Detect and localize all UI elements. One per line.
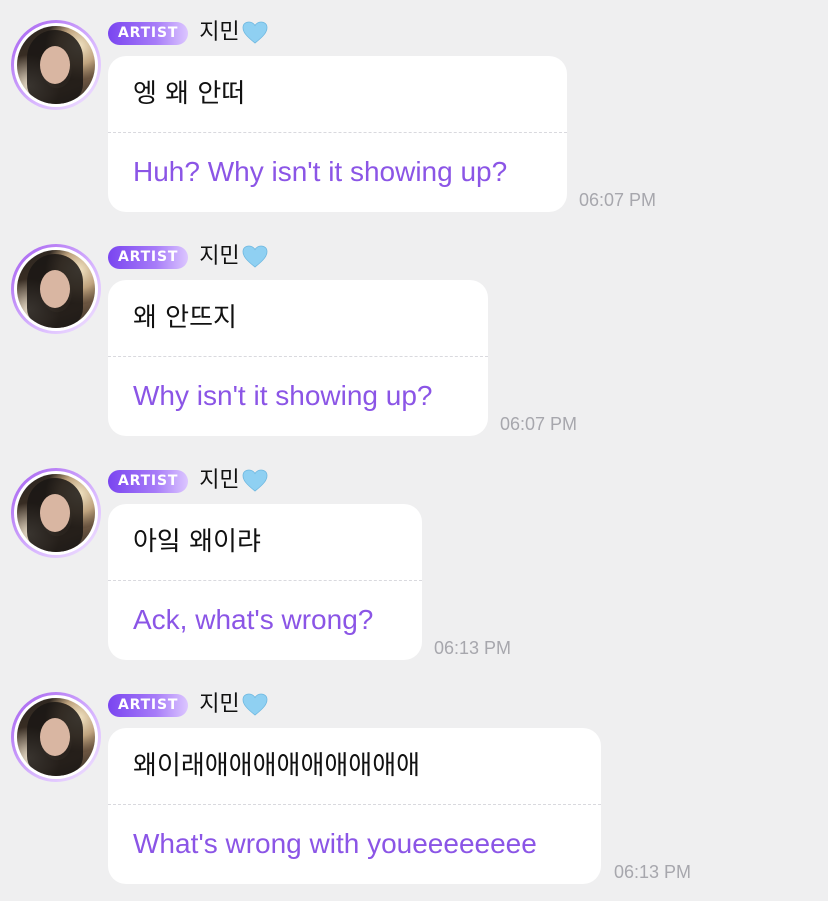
message-header: ARTIST 지민	[108, 244, 268, 270]
timestamp: 06:13 PM	[434, 638, 512, 658]
heart-icon	[242, 693, 268, 716]
avatar[interactable]	[11, 244, 101, 334]
chat-message: ARTIST 지민 아잌 왜이랴 Ack, what's wrong? 06:1…	[0, 448, 828, 672]
timestamp: 06:13 PM	[614, 862, 692, 882]
avatar[interactable]	[11, 692, 101, 782]
translated-text: Ack, what's wrong?	[133, 604, 374, 635]
original-text: 아잌 왜이랴	[133, 527, 261, 557]
sender-name: 지민	[199, 244, 240, 269]
artist-badge: ARTIST	[108, 693, 189, 717]
artist-badge: ARTIST	[108, 21, 189, 45]
message-header: ARTIST 지민	[108, 20, 268, 46]
original-text: 왜 안뜨지	[133, 303, 237, 333]
message-header: ARTIST 지민	[108, 692, 268, 718]
message-header: ARTIST 지민	[108, 468, 268, 494]
chat-message: ARTIST 지민 왜 안뜨지 Why isn't it showing up?…	[0, 224, 828, 448]
heart-icon	[242, 245, 268, 268]
heart-icon	[242, 21, 268, 44]
translated-text: Why isn't it showing up?	[133, 380, 433, 411]
avatar[interactable]	[11, 20, 101, 110]
message-bubble[interactable]: 아잌 왜이랴 Ack, what's wrong?	[108, 504, 422, 660]
avatar[interactable]	[11, 468, 101, 558]
message-bubble[interactable]: 왜이래애애애애애애애애애 What's wrong with youeeeeee…	[108, 728, 601, 884]
divider	[108, 580, 422, 581]
artist-badge: ARTIST	[108, 245, 189, 269]
translated-text: What's wrong with youeeeeeeee	[133, 828, 537, 859]
chat-message: ARTIST 지민 왜이래애애애애애애애애애 What's wrong with…	[0, 672, 828, 896]
message-bubble[interactable]: 왜 안뜨지 Why isn't it showing up?	[108, 280, 488, 436]
message-bubble[interactable]: 엥 왜 안떠 Huh? Why isn't it showing up?	[108, 56, 567, 212]
divider	[108, 804, 601, 805]
original-text: 왜이래애애애애애애애애애	[133, 751, 421, 781]
heart-icon	[242, 469, 268, 492]
divider	[108, 132, 567, 133]
translated-text: Huh? Why isn't it showing up?	[133, 156, 508, 187]
artist-badge: ARTIST	[108, 469, 189, 493]
chat-message: ARTIST 지민 엥 왜 안떠 Huh? Why isn't it showi…	[0, 0, 828, 224]
original-text: 엥 왜 안떠	[133, 79, 246, 109]
sender-name: 지민	[199, 468, 240, 493]
sender-name: 지민	[199, 692, 240, 717]
divider	[108, 356, 488, 357]
timestamp: 06:07 PM	[500, 414, 578, 434]
sender-name: 지민	[199, 20, 240, 45]
timestamp: 06:07 PM	[579, 190, 657, 210]
